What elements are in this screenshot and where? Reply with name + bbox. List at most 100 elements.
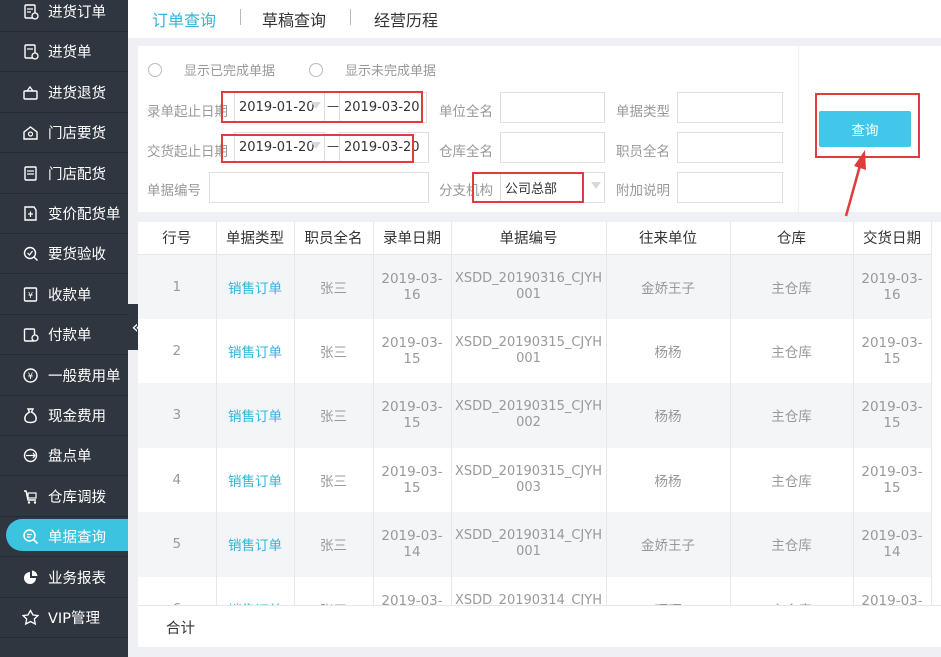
sidebar-item[interactable]: 要货验收	[0, 234, 128, 275]
sidebar-item[interactable]: 单据查询	[0, 517, 128, 558]
warehouse-input[interactable]	[500, 132, 605, 163]
sidebar-item[interactable]: 业务报表	[0, 558, 128, 598]
doc-code-line: 001	[516, 350, 541, 366]
sidebar-item[interactable]: 盘点单	[0, 436, 128, 477]
branch-label: 分支机构	[439, 183, 493, 199]
delivery-date-label: 交货起止日期	[147, 144, 228, 160]
chevron-down-icon	[311, 102, 321, 109]
doc-code-cell: XSDD_20190316_CJYH 001	[451, 254, 607, 319]
remark-input[interactable]	[677, 172, 783, 203]
column-header[interactable]: 交货日期	[853, 222, 932, 255]
acceptance-icon	[21, 245, 39, 263]
radio-label: 显示未完成单据	[345, 64, 437, 79]
sidebar-item[interactable]: 门店配货	[0, 154, 128, 194]
tab-order-query[interactable]: 订单查询	[152, 7, 216, 31]
doc-no-input[interactable]	[209, 172, 429, 203]
table-row[interactable]: 1 销售订单 张三 2019-03-16 XSDD_20190316_CJYH 001 金娇…	[138, 254, 932, 319]
column-header[interactable]: 单据编号	[451, 222, 607, 255]
table-row[interactable]: 5 销售订单 张三 2019-03-14 XSDD_20190314_CJYH 001 金娇…	[138, 512, 932, 577]
chevron-down-icon	[311, 142, 321, 149]
doc-code-cell: XSDD_20190314_CJYH 001	[451, 512, 607, 577]
warehouse-cell: 主仓库	[730, 512, 854, 577]
warehouse-cell: 主仓库	[730, 254, 854, 319]
unit-input[interactable]	[500, 92, 605, 123]
radio-show-uncompleted[interactable]: 显示未完成单据	[309, 60, 436, 79]
radio-circle[interactable]	[309, 62, 323, 77]
doc-type-link[interactable]: 销售订单	[216, 254, 295, 319]
sidebar-item[interactable]: 仓库调拨	[0, 477, 128, 517]
row-number-cell: 1	[138, 254, 217, 319]
doc-code-line: 001	[516, 544, 541, 560]
doc-code-cell: XSDD_20190315_CJYH 003	[451, 447, 607, 512]
sidebar-item-label: 单据查询	[48, 530, 106, 547]
unit-cell: 金娇王子	[606, 254, 731, 319]
doc-type-link[interactable]: 销售订单	[216, 318, 295, 383]
sidebar-item[interactable]: ¥ 一般费用单	[0, 356, 128, 396]
sidebar-item[interactable]: 门店要货	[0, 113, 128, 154]
pie-chart-icon	[21, 568, 39, 586]
sidebar-item[interactable]: 进货退货	[0, 73, 128, 113]
store-request-icon	[21, 124, 39, 142]
warehouse-transfer-icon	[21, 487, 39, 505]
column-header[interactable]: 行号	[138, 222, 217, 255]
entry-date-cell: 2019-03-14	[373, 512, 452, 577]
table-row[interactable]: 3 销售订单 张三 2019-03-15 XSDD_20190315_CJYH 002 杨杨…	[138, 383, 932, 448]
delivery-date-cell: 2019-03-16	[853, 254, 932, 319]
branch-select[interactable]: 公司总部	[500, 172, 605, 203]
doc-no-label: 单据编号	[147, 183, 201, 199]
sidebar-item[interactable]: VIP管理	[0, 598, 128, 638]
delivery-date-from-input[interactable]: 2019-01-20	[234, 132, 325, 163]
purchase-receipt-icon	[21, 43, 39, 61]
payment-icon	[21, 326, 39, 344]
doc-type-label: 单据类型	[616, 104, 670, 120]
sidebar-item[interactable]: 进货订单	[0, 0, 128, 32]
sidebar-item[interactable]: 变价配货单	[0, 194, 128, 234]
entry-date-cell: 2019-03-15	[373, 383, 452, 448]
column-header[interactable]: 往来单位	[606, 222, 731, 255]
employee-cell: 张三	[294, 447, 374, 512]
delivery-date-to-input[interactable]: 2019-03-20	[339, 132, 429, 163]
total-label: 合计	[166, 621, 195, 637]
delivery-date-from-value: 2019-01-20	[239, 140, 315, 155]
remark-label: 附加说明	[616, 183, 670, 199]
doc-code-line: 002	[516, 415, 541, 431]
entry-date-from-input[interactable]: 2019-01-20	[234, 92, 325, 123]
column-header[interactable]: 单据类型	[216, 222, 295, 255]
doc-type-link[interactable]: 销售订单	[216, 512, 295, 577]
doc-code-line: 003	[516, 479, 541, 495]
sidebar: 进货订单进货单进货退货 门店要货 门店配货 变价配货单 要货验收 ¥ 收款单付款单 ¥ 一般费用…	[0, 0, 128, 657]
sidebar-item[interactable]: 付款单	[0, 315, 128, 356]
radio-show-completed[interactable]: 显示已完成单据	[148, 60, 275, 79]
table-row[interactable]: 4 销售订单 张三 2019-03-15 XSDD_20190315_CJYH 003 杨杨…	[138, 447, 932, 512]
sidebar-item[interactable]: 现金费用	[0, 396, 128, 436]
delivery-date-cell: 2019-03-15	[853, 318, 932, 383]
sidebar-item[interactable]: ¥ 收款单	[0, 275, 128, 315]
row-number-cell: 4	[138, 447, 217, 512]
column-header[interactable]: 职员全名	[294, 222, 374, 255]
employee-input[interactable]	[677, 132, 783, 163]
sidebar-item-label: 收款单	[48, 287, 92, 304]
doc-type-link[interactable]: 销售订单	[216, 383, 295, 448]
tab-draft-query[interactable]: 草稿查询	[262, 7, 326, 31]
column-header[interactable]: 录单日期	[373, 222, 452, 255]
receipt-icon: ¥	[21, 285, 39, 303]
sidebar-item[interactable]: 进货单	[0, 32, 128, 73]
row-number-cell: 5	[138, 512, 217, 577]
entry-date-to-input[interactable]: 2019-03-20	[339, 92, 427, 123]
svg-text:¥: ¥	[27, 291, 32, 300]
sidebar-item-label: 进货单	[48, 45, 92, 62]
doc-type-input[interactable]	[677, 92, 783, 123]
sidebar-item-label: VIP管理	[48, 611, 100, 627]
sidebar-item-label: 盘点单	[48, 449, 92, 466]
tab-bar: 订单查询 草稿查询 经营历程	[128, 0, 941, 38]
delivery-date-to-value: 2019-03-20	[344, 140, 420, 155]
query-button[interactable]: 查询	[819, 111, 911, 147]
price-change-icon	[21, 205, 39, 223]
tab-business-history[interactable]: 经营历程	[374, 7, 438, 31]
table-row[interactable]: 2 销售订单 张三 2019-03-15 XSDD_20190315_CJYH 001 杨杨…	[138, 318, 932, 383]
doc-type-link[interactable]: 销售订单	[216, 447, 295, 512]
column-header[interactable]: 仓库	[730, 222, 854, 255]
sidebar-item-label: 业务报表	[48, 570, 106, 587]
radio-circle[interactable]	[148, 62, 162, 77]
employee-cell: 张三	[294, 254, 374, 319]
